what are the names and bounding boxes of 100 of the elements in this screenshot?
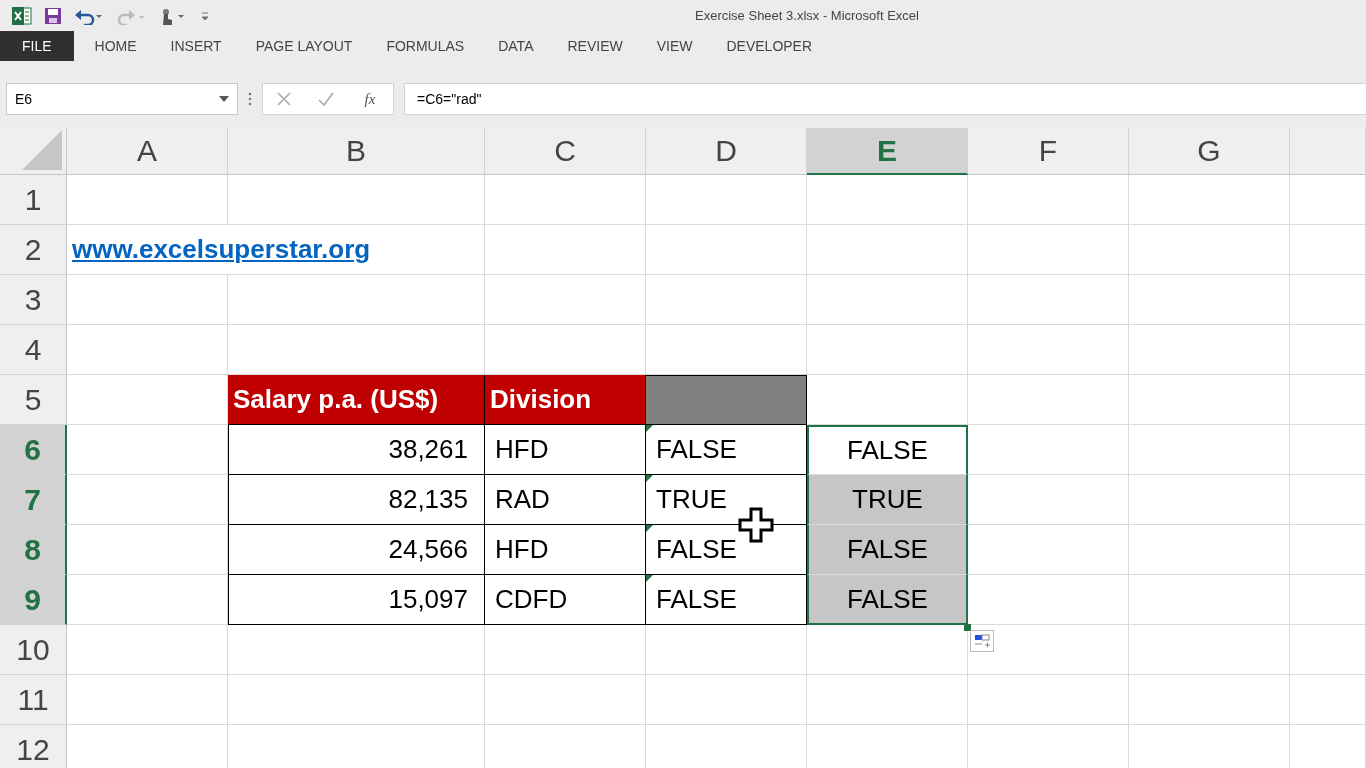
grid-cell[interactable]: [228, 275, 485, 325]
row-header[interactable]: 10: [0, 625, 67, 675]
row-header[interactable]: 8: [0, 525, 67, 575]
grid-cell[interactable]: [1290, 475, 1366, 525]
grid-cell[interactable]: [968, 575, 1129, 625]
column-header[interactable]: B: [228, 128, 485, 175]
grid-cell[interactable]: [67, 525, 228, 575]
grid-cell[interactable]: [807, 325, 968, 375]
grid-cell[interactable]: [67, 325, 228, 375]
grid-cell[interactable]: [67, 575, 228, 625]
ribbon-tab[interactable]: REVIEW: [550, 31, 640, 61]
grid-cell[interactable]: [1290, 575, 1366, 625]
ribbon-tab[interactable]: PAGE LAYOUT: [238, 31, 370, 61]
row-header[interactable]: 5: [0, 375, 67, 425]
grid-cell[interactable]: [1290, 525, 1366, 575]
row-header[interactable]: 6: [0, 425, 67, 475]
grid-cell[interactable]: [485, 275, 646, 325]
row-header[interactable]: 9: [0, 575, 67, 625]
ribbon-tab[interactable]: DATA: [481, 31, 551, 61]
grid-cell[interactable]: [968, 325, 1129, 375]
grid-cell[interactable]: [67, 275, 228, 325]
grid-cell[interactable]: [807, 675, 968, 725]
grid-cell[interactable]: [485, 675, 646, 725]
customize-toolbar-icon[interactable]: [200, 9, 210, 22]
grid-cell[interactable]: [968, 275, 1129, 325]
row-header[interactable]: 4: [0, 325, 67, 375]
grid-cell[interactable]: [1129, 375, 1290, 425]
column-header[interactable]: F: [968, 128, 1129, 175]
grid-cell[interactable]: [1290, 675, 1366, 725]
grid-cell[interactable]: [1129, 275, 1290, 325]
grid-cell[interactable]: [968, 225, 1129, 275]
grid-cell[interactable]: [67, 625, 228, 675]
hyperlink[interactable]: www.excelsuperstar.org: [67, 225, 485, 275]
save-icon[interactable]: [44, 6, 62, 25]
check-icon[interactable]: [317, 92, 334, 106]
grid-cell[interactable]: [1290, 425, 1366, 475]
ribbon-tab[interactable]: HOME: [77, 31, 154, 61]
grid-cell[interactable]: [968, 475, 1129, 525]
row-header[interactable]: 3: [0, 275, 67, 325]
grid-cell[interactable]: [646, 175, 807, 225]
grid-cell[interactable]: [968, 525, 1129, 575]
grid-cell[interactable]: [67, 425, 228, 475]
grid-cell[interactable]: [646, 675, 807, 725]
grid-cell[interactable]: [485, 175, 646, 225]
grid-cell[interactable]: [968, 425, 1129, 475]
grid-cell[interactable]: [1129, 225, 1290, 275]
grid-cell[interactable]: [1290, 275, 1366, 325]
grid-cell[interactable]: [1129, 525, 1290, 575]
grid-cell[interactable]: [646, 275, 807, 325]
grid-cell[interactable]: [67, 675, 228, 725]
grid-cell[interactable]: [646, 625, 807, 675]
ribbon-tab[interactable]: INSERT: [153, 31, 239, 61]
grid-cell[interactable]: [1129, 625, 1290, 675]
ribbon-tab[interactable]: DEVELOPER: [709, 31, 830, 61]
column-header[interactable]: [1290, 128, 1366, 175]
grid-cell[interactable]: [67, 175, 228, 225]
grid-cell[interactable]: [968, 175, 1129, 225]
cancel-icon[interactable]: [276, 92, 291, 106]
ribbon-tab[interactable]: VIEW: [639, 31, 710, 61]
column-header[interactable]: E: [807, 128, 968, 175]
dropdown-caret-icon[interactable]: [219, 96, 229, 102]
grid-cell[interactable]: [1290, 175, 1366, 225]
grid-cell[interactable]: [1290, 225, 1366, 275]
ribbon-tab[interactable]: FORMULAS: [369, 31, 482, 61]
column-header[interactable]: D: [646, 128, 807, 175]
column-header[interactable]: A: [67, 128, 228, 175]
column-header[interactable]: G: [1129, 128, 1290, 175]
grid-cell[interactable]: [1129, 675, 1290, 725]
formula-input[interactable]: =C6="rad": [404, 83, 1366, 115]
column-header[interactable]: C: [485, 128, 646, 175]
grip-icon[interactable]: [248, 92, 252, 106]
grid-cell[interactable]: [1129, 175, 1290, 225]
grid-cell[interactable]: [1290, 625, 1366, 675]
grid-cell[interactable]: [485, 225, 646, 275]
ribbon-tab[interactable]: FILE: [0, 31, 74, 61]
row-header[interactable]: 12: [0, 725, 67, 768]
row-header[interactable]: 1: [0, 175, 67, 225]
grid-cell[interactable]: [67, 475, 228, 525]
select-all-corner[interactable]: [0, 128, 67, 175]
row-header[interactable]: 7: [0, 475, 67, 525]
grid-cell[interactable]: [807, 225, 968, 275]
grid-cell[interactable]: [228, 625, 485, 675]
grid-cell[interactable]: [807, 175, 968, 225]
grid-cell[interactable]: [1129, 475, 1290, 525]
grid-cell[interactable]: [1290, 325, 1366, 375]
grid-cell[interactable]: [1129, 575, 1290, 625]
insert-function-button[interactable]: fx: [360, 90, 380, 108]
grid-cell[interactable]: [968, 375, 1129, 425]
quick-analysis-icon[interactable]: [970, 630, 994, 652]
name-box[interactable]: E6: [6, 83, 238, 115]
grid-cell[interactable]: [968, 675, 1129, 725]
grid-cell[interactable]: [807, 275, 968, 325]
grid-cell[interactable]: [228, 675, 485, 725]
row-header[interactable]: 2: [0, 225, 67, 275]
grid-cell[interactable]: [485, 625, 646, 675]
grid-cell[interactable]: [1290, 375, 1366, 425]
fill-handle-icon[interactable]: [964, 624, 971, 631]
grid-cell[interactable]: [228, 175, 485, 225]
row-header[interactable]: 11: [0, 675, 67, 725]
grid-cell[interactable]: [1129, 425, 1290, 475]
